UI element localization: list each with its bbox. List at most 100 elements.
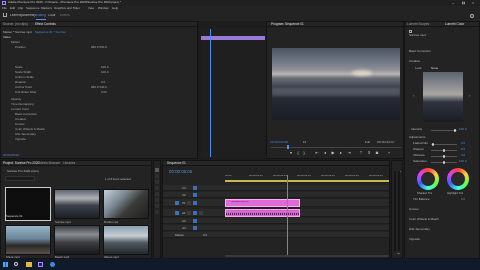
tab-media-browser[interactable]: Media Browser <box>39 161 60 165</box>
section-hsl-secondary[interactable]: HSL Secondary <box>409 228 430 231</box>
effect-opacity[interactable]: Opacity <box>11 98 21 102</box>
lift-icon[interactable]: ⇡ <box>359 151 363 155</box>
thumb-shore[interactable] <box>5 225 51 255</box>
program-quality[interactable]: Full <box>365 141 370 144</box>
slider-faded-film-track[interactable] <box>431 143 457 146</box>
section-color-wheels[interactable]: Color Wheels & Match <box>409 218 439 221</box>
menu-view[interactable]: View <box>88 7 94 10</box>
highlight-tint-wheel[interactable] <box>447 168 469 190</box>
track-a3-label[interactable]: A3 <box>182 227 186 230</box>
fx-toggle[interactable] <box>409 30 412 33</box>
out-point-icon[interactable]: } <box>302 151 306 155</box>
menu-file[interactable]: File <box>2 7 7 10</box>
shadow-tint-wheel[interactable] <box>417 168 439 190</box>
v3-toggle-output-icon[interactable] <box>193 186 197 190</box>
workspace-effects[interactable]: Effects <box>60 14 70 17</box>
a2-mute-icon[interactable] <box>193 219 197 223</box>
tab-libraries[interactable]: Libraries <box>63 161 75 165</box>
slider-sharpen-track[interactable] <box>431 149 457 152</box>
track-v3-label[interactable]: V3 <box>182 187 186 190</box>
browser-taskbar-icon[interactable] <box>50 262 55 267</box>
explorer-taskbar-icon[interactable] <box>26 262 32 267</box>
section-curves[interactable]: Curves <box>409 208 419 211</box>
slider-saturation-knob[interactable] <box>443 161 445 164</box>
maximize-button[interactable] <box>462 1 465 5</box>
project-search-field[interactable] <box>5 176 35 181</box>
thumb-beach[interactable] <box>54 225 100 255</box>
rotation-value[interactable]: 0.0 <box>101 81 105 85</box>
close-button[interactable]: × <box>472 0 478 6</box>
slider-faded-film-knob[interactable] <box>432 143 434 146</box>
slider-sharpen-knob[interactable] <box>443 149 445 152</box>
thumb-waves[interactable] <box>103 225 149 255</box>
program-timecode-left[interactable]: 00:00:05:06 <box>270 141 288 144</box>
slider-sharpen-value[interactable]: 0.0 <box>461 148 465 151</box>
hand-tool-icon[interactable] <box>155 204 159 208</box>
slider-faded-film-value[interactable]: 0.0 <box>461 142 465 145</box>
search-icon[interactable] <box>470 13 474 18</box>
a3-mute-icon[interactable] <box>193 226 197 230</box>
timeline-zoom-scrollbar[interactable] <box>225 255 389 257</box>
program-title[interactable]: Program: Sequence 01 <box>271 22 304 26</box>
a1-lock-icon[interactable] <box>187 211 191 215</box>
workspace-color[interactable]: Color <box>48 14 56 17</box>
menu-sequence[interactable]: Sequence <box>26 7 40 10</box>
anti-flicker-value[interactable]: 0.00 <box>101 91 107 95</box>
selection-tool-icon[interactable] <box>155 168 159 172</box>
timeline-ruler[interactable]: 00:00 00:00:04:23 00:00:09:23 00:00:14:2… <box>225 175 389 183</box>
menu-help[interactable]: Help <box>112 7 118 10</box>
track-select-tool-icon[interactable] <box>155 174 159 178</box>
go-to-in-icon[interactable]: ⇤ <box>315 151 319 155</box>
thumb-sunrise[interactable] <box>54 189 100 219</box>
effect-vignette[interactable]: Vignette <box>15 138 26 142</box>
tab-source[interactable]: Source: (no clips) <box>3 22 28 26</box>
workspace-learning[interactable]: Learning <box>10 14 22 17</box>
tab-effect-controls[interactable]: Effect Controls <box>35 22 56 26</box>
look-prev-icon[interactable]: ‹ <box>413 94 414 98</box>
tab-lumetri-scopes[interactable]: Lumetri Scopes <box>407 22 429 26</box>
home-icon[interactable] <box>3 13 7 17</box>
extract-icon[interactable]: ⇞ <box>367 151 371 155</box>
timeline-playhead[interactable] <box>287 175 288 255</box>
effect-hsl-secondary[interactable]: HSL Secondary <box>15 133 36 137</box>
menu-edit[interactable]: Edit <box>10 7 15 10</box>
track-a2-label[interactable]: A2 <box>182 220 186 223</box>
section-vignette[interactable]: Vignette <box>409 238 420 241</box>
audio-clip[interactable] <box>225 209 301 217</box>
minimize-button[interactable]: – <box>452 1 458 5</box>
program-fit[interactable]: Fit <box>303 141 306 144</box>
v1-toggle-output-icon[interactable] <box>193 201 197 205</box>
slider-saturation-value[interactable]: 100.0 <box>459 160 467 163</box>
slider-saturation-track[interactable] <box>431 161 457 164</box>
anchor-point-value[interactable]: 960.0 540.0 <box>91 86 107 90</box>
program-scrubber[interactable] <box>271 147 401 148</box>
position-value[interactable]: 960.0 540.0 <box>91 46 107 50</box>
effect-creative[interactable]: Creative <box>15 118 26 122</box>
step-back-icon[interactable]: ◂ <box>323 151 327 155</box>
track-v1-label[interactable]: V1 <box>182 202 186 205</box>
v1-lock-icon[interactable] <box>187 201 191 205</box>
step-forward-icon[interactable]: ▸ <box>339 151 343 155</box>
go-to-out-icon[interactable]: ⇥ <box>347 151 351 155</box>
button-editor-icon[interactable]: + <box>387 151 391 155</box>
section-basic-correction[interactable]: Basic Correction <box>409 50 431 53</box>
menu-window[interactable]: Window <box>98 7 109 10</box>
effect-lumetri-color[interactable]: Lumetri Color <box>11 108 29 112</box>
ripple-edit-tool-icon[interactable] <box>155 180 159 184</box>
tab-lumetri-color[interactable]: Lumetri Color <box>445 22 464 26</box>
effect-time-remapping[interactable]: Time Remapping <box>11 103 34 107</box>
effect-motion[interactable]: Motion <box>11 41 20 45</box>
tint-balance-value[interactable]: 0.0 <box>461 198 465 201</box>
workspace-assembly[interactable]: Assembly <box>22 14 36 17</box>
slider-vibrance-knob[interactable] <box>443 155 445 158</box>
work-area-bar[interactable] <box>225 180 389 182</box>
scale-value[interactable]: 100.0 <box>101 66 109 70</box>
tab-project[interactable]: Project: Sunrise Pro 2020 <box>3 161 39 165</box>
marker-icon[interactable]: ▾ <box>289 151 293 155</box>
slider-intensity-value[interactable]: 100.0 <box>459 128 467 131</box>
effect-curves[interactable]: Curves <box>15 123 25 127</box>
effect-controls-timecode[interactable]: 00:00:05:06 <box>3 154 19 157</box>
slip-tool-icon[interactable] <box>155 192 159 196</box>
pen-tool-icon[interactable] <box>155 198 159 202</box>
track-v2-label[interactable]: V2 <box>182 194 186 197</box>
